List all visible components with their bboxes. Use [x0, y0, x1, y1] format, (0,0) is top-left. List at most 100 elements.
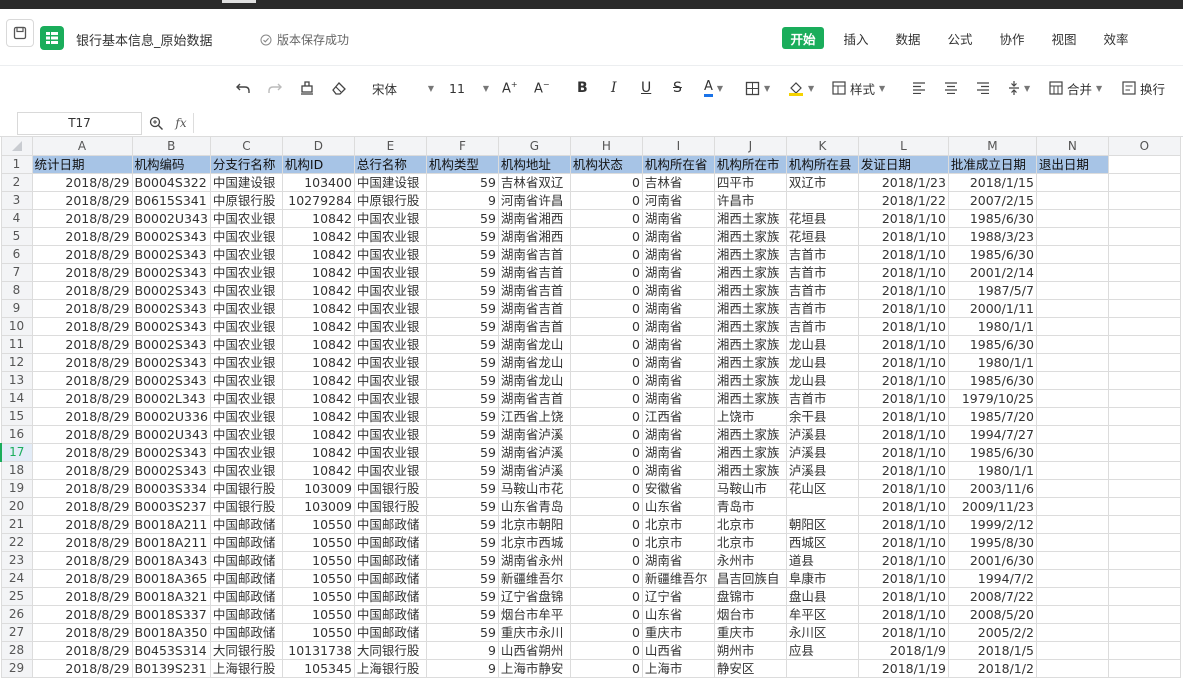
- table-cell[interactable]: 10842: [281, 299, 355, 318]
- table-cell[interactable]: 2018/1/10: [857, 209, 949, 228]
- table-cell[interactable]: [1035, 263, 1109, 282]
- table-cell[interactable]: [1107, 425, 1181, 444]
- style-button[interactable]: 样式 ▼: [832, 78, 885, 98]
- table-cell[interactable]: [1107, 587, 1181, 606]
- table-cell[interactable]: 2009/11/23: [947, 497, 1037, 516]
- table-cell[interactable]: [1107, 461, 1181, 480]
- table-cell[interactable]: [1035, 569, 1109, 588]
- header-cell[interactable]: 机构编码: [131, 155, 211, 174]
- table-cell[interactable]: 湖南省: [641, 281, 715, 300]
- table-cell[interactable]: 2007/2/15: [947, 191, 1037, 210]
- table-cell[interactable]: 59: [425, 299, 499, 318]
- table-cell[interactable]: [1107, 335, 1181, 354]
- table-cell[interactable]: 中国农业银: [209, 425, 283, 444]
- table-cell[interactable]: 2018/1/9: [857, 641, 949, 660]
- header-cell[interactable]: 机构类型: [425, 155, 499, 174]
- table-cell[interactable]: 59: [425, 569, 499, 588]
- table-cell[interactable]: 上海市静安: [497, 659, 571, 678]
- table-cell[interactable]: 0: [569, 317, 643, 336]
- table-cell[interactable]: 龙山县: [785, 335, 859, 354]
- table-cell[interactable]: 1987/5/7: [947, 281, 1037, 300]
- row-header[interactable]: 3: [0, 191, 33, 210]
- table-cell[interactable]: [1035, 191, 1109, 210]
- table-cell[interactable]: 0: [569, 461, 643, 480]
- table-cell[interactable]: 0: [569, 533, 643, 552]
- table-cell[interactable]: 湖南省: [641, 335, 715, 354]
- table-cell[interactable]: B0002S343: [131, 443, 211, 462]
- table-cell[interactable]: 2005/2/2: [947, 623, 1037, 642]
- table-cell[interactable]: 中国邮政储: [209, 533, 283, 552]
- table-cell[interactable]: [1107, 353, 1181, 372]
- table-cell[interactable]: 中国农业银: [209, 461, 283, 480]
- table-cell[interactable]: 2018/1/23: [857, 173, 949, 192]
- table-cell[interactable]: 北京市: [713, 515, 787, 534]
- table-cell[interactable]: 59: [425, 245, 499, 264]
- table-cell[interactable]: 2018/1/10: [857, 623, 949, 642]
- table-cell[interactable]: 2018/8/29: [31, 335, 133, 354]
- table-cell[interactable]: 中国银行股: [353, 497, 427, 516]
- table-cell[interactable]: 辽宁省盘锦: [497, 587, 571, 606]
- table-cell[interactable]: [1107, 245, 1181, 264]
- increase-font-button[interactable]: A+: [502, 78, 518, 98]
- table-cell[interactable]: 上饶市: [713, 407, 787, 426]
- table-cell[interactable]: 2018/1/15: [947, 173, 1037, 192]
- table-cell[interactable]: 2003/11/6: [947, 479, 1037, 498]
- row-header[interactable]: 24: [0, 569, 33, 588]
- table-cell[interactable]: 2018/8/29: [31, 263, 133, 282]
- table-cell[interactable]: 2018/8/29: [31, 227, 133, 246]
- column-header-k[interactable]: K: [785, 136, 859, 156]
- table-cell[interactable]: 10842: [281, 281, 355, 300]
- table-cell[interactable]: 山东省: [641, 497, 715, 516]
- table-cell[interactable]: 中国农业银: [209, 407, 283, 426]
- table-cell[interactable]: 2018/8/29: [31, 587, 133, 606]
- table-cell[interactable]: 中国农业银: [353, 461, 427, 480]
- table-cell[interactable]: 中国农业银: [353, 353, 427, 372]
- header-cell[interactable]: 分支行名称: [209, 155, 283, 174]
- table-cell[interactable]: 辽宁省: [641, 587, 715, 606]
- table-cell[interactable]: [1107, 659, 1181, 678]
- table-cell[interactable]: 59: [425, 605, 499, 624]
- table-cell[interactable]: [1035, 587, 1109, 606]
- column-header-a[interactable]: A: [31, 136, 133, 156]
- table-cell[interactable]: 10131738: [281, 641, 355, 660]
- table-cell[interactable]: B0002U336: [131, 407, 211, 426]
- table-cell[interactable]: 中国农业银: [209, 389, 283, 408]
- table-cell[interactable]: 中国农业银: [353, 425, 427, 444]
- table-cell[interactable]: 59: [425, 335, 499, 354]
- table-cell[interactable]: 10550: [281, 623, 355, 642]
- table-cell[interactable]: 湖南省: [641, 443, 715, 462]
- table-cell[interactable]: 中国农业银: [353, 209, 427, 228]
- table-cell[interactable]: 59: [425, 461, 499, 480]
- table-cell[interactable]: 1994/7/27: [947, 425, 1037, 444]
- table-cell[interactable]: 中国农业银: [209, 335, 283, 354]
- table-cell[interactable]: 安徽省: [641, 479, 715, 498]
- table-cell[interactable]: 10550: [281, 569, 355, 588]
- underline-button[interactable]: U: [641, 78, 651, 98]
- table-cell[interactable]: [1107, 263, 1181, 282]
- table-cell[interactable]: 湖南省: [641, 209, 715, 228]
- table-cell[interactable]: 中国邮政储: [209, 551, 283, 570]
- table-cell[interactable]: 9: [425, 191, 499, 210]
- table-cell[interactable]: 2018/1/10: [857, 551, 949, 570]
- table-cell[interactable]: 牟平区: [785, 605, 859, 624]
- table-cell[interactable]: 2001/2/14: [947, 263, 1037, 282]
- border-button[interactable]: ▼: [745, 78, 770, 98]
- table-cell[interactable]: [1035, 461, 1109, 480]
- table-cell[interactable]: 9: [425, 641, 499, 660]
- table-cell[interactable]: 重庆市永川: [497, 623, 571, 642]
- table-cell[interactable]: [1035, 497, 1109, 516]
- table-cell[interactable]: B0002S343: [131, 245, 211, 264]
- table-cell[interactable]: 中国农业银: [353, 335, 427, 354]
- table-cell[interactable]: 10842: [281, 443, 355, 462]
- row-header[interactable]: 20: [0, 497, 33, 516]
- table-cell[interactable]: 湖南省: [641, 317, 715, 336]
- table-cell[interactable]: [1035, 479, 1109, 498]
- table-cell[interactable]: 中国农业银: [353, 281, 427, 300]
- table-cell[interactable]: 59: [425, 623, 499, 642]
- bold-button[interactable]: B: [577, 78, 588, 98]
- table-cell[interactable]: 中国农业银: [353, 371, 427, 390]
- table-cell[interactable]: 2018/1/10: [857, 335, 949, 354]
- select-all-corner[interactable]: [0, 136, 33, 156]
- row-header[interactable]: 14: [0, 389, 33, 408]
- table-cell[interactable]: B0453S314: [131, 641, 211, 660]
